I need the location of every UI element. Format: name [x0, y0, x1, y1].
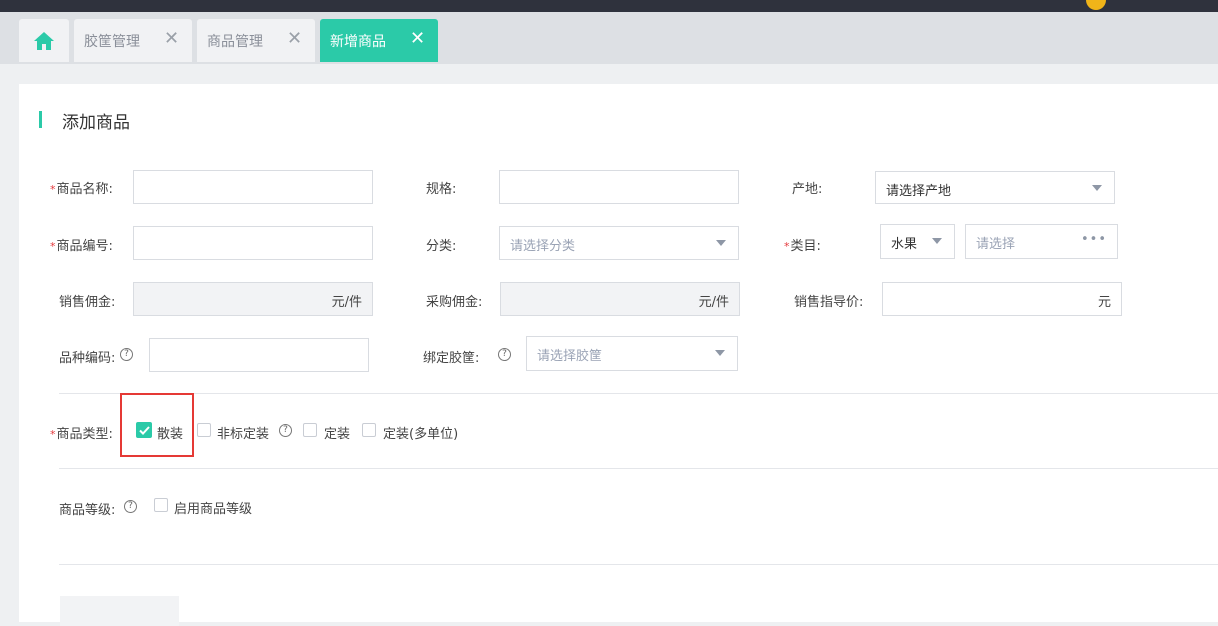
user-avatar[interactable]: [1086, 0, 1106, 10]
help-icon[interactable]: ?: [124, 500, 137, 513]
goods-code-label: *商品编号:: [50, 239, 113, 254]
tab-label: 胶筐管理: [84, 34, 140, 50]
variety-code-label: 品种编码:: [59, 351, 116, 366]
purchase-commission-unit: 元/件: [698, 295, 729, 310]
fixed-multi-unit-checkbox[interactable]: [362, 423, 376, 437]
chevron-down-icon: [715, 350, 725, 356]
tab-label: 新增商品: [330, 34, 386, 50]
guide-price-input[interactable]: 元: [882, 282, 1122, 316]
variety-code-input[interactable]: [149, 338, 369, 372]
category-label: 分类:: [426, 239, 457, 254]
fixed-option-label[interactable]: 定装: [324, 423, 350, 442]
required-mark: *: [50, 428, 56, 441]
close-icon[interactable]: ✕: [164, 28, 179, 49]
category-select[interactable]: 请选择分类: [499, 226, 739, 260]
item-class-select[interactable]: 水果: [880, 224, 955, 259]
goods-grade-label: 商品等级:: [59, 503, 116, 518]
section-accent-bar: [39, 111, 42, 128]
category-select-placeholder: 请选择分类: [510, 239, 576, 254]
spec-input[interactable]: [499, 170, 739, 204]
bind-basket-select[interactable]: 请选择胶筐: [526, 336, 738, 371]
spec-label: 规格:: [426, 182, 457, 197]
help-icon[interactable]: ?: [279, 424, 292, 437]
chevron-down-icon: [716, 240, 726, 246]
help-icon[interactable]: ?: [120, 348, 133, 361]
tab-bar: 胶筐管理 ✕ 商品管理 ✕ 新增商品 ✕: [0, 12, 1218, 64]
nonstandard-fixed-checkbox[interactable]: [197, 423, 211, 437]
origin-label: 产地:: [792, 182, 823, 197]
divider: [59, 564, 1218, 565]
sub-class-select[interactable]: 请选择 •••: [965, 224, 1118, 259]
required-mark: *: [50, 240, 56, 253]
required-mark: *: [50, 183, 56, 196]
tab-goods-management[interactable]: 商品管理 ✕: [197, 19, 315, 62]
bind-basket-label: 绑定胶筐:: [423, 351, 480, 366]
fixed-multi-unit-option-label[interactable]: 定装(多单位): [383, 423, 458, 442]
required-mark: *: [784, 240, 790, 253]
purchase-commission-label: 采购佣金:: [426, 295, 483, 310]
chevron-down-icon: [932, 238, 942, 244]
sales-commission-input: 元/件: [133, 282, 373, 316]
bind-basket-placeholder: 请选择胶筐: [537, 349, 603, 364]
fixed-checkbox[interactable]: [303, 423, 317, 437]
goods-code-input[interactable]: [133, 226, 373, 260]
chevron-down-icon: [1092, 185, 1102, 191]
nonstandard-fixed-option-label[interactable]: 非标定装: [217, 423, 269, 442]
item-class-label: *类目:: [784, 239, 821, 254]
goods-name-label: *商品名称:: [50, 182, 113, 197]
guide-price-unit: 元: [1097, 295, 1111, 310]
origin-select-placeholder: 请选择产地: [886, 184, 952, 199]
divider: [59, 468, 1218, 469]
close-icon[interactable]: ✕: [410, 28, 425, 49]
home-icon: [34, 32, 54, 50]
item-class-selected: 水果: [891, 237, 918, 252]
guide-price-label: 销售指导价:: [794, 295, 864, 310]
tab-add-goods[interactable]: 新增商品 ✕: [320, 19, 438, 62]
form-panel: 添加商品 *商品名称: 规格: 产地: 请选择产地 *商品编号: 分类: 请选择…: [19, 84, 1218, 626]
sub-class-placeholder: 请选择: [976, 237, 1016, 252]
goods-type-label: *商品类型:: [50, 427, 113, 442]
enable-grade-option-label[interactable]: 启用商品等级: [174, 498, 252, 517]
help-icon[interactable]: ?: [498, 348, 511, 361]
purchase-commission-input: 元/件: [500, 282, 740, 316]
close-icon[interactable]: ✕: [287, 28, 302, 49]
enable-grade-checkbox[interactable]: [154, 498, 168, 512]
top-header-bar: [0, 0, 1218, 12]
tab-label: 商品管理: [207, 34, 263, 50]
tab-home[interactable]: [19, 19, 69, 62]
origin-select[interactable]: 请选择产地: [875, 171, 1115, 204]
divider: [59, 393, 1218, 394]
sales-commission-label: 销售佣金:: [59, 295, 116, 310]
sales-commission-unit: 元/件: [331, 295, 362, 310]
highlight-box: [120, 393, 194, 457]
section-title: 添加商品: [62, 113, 130, 133]
tab-basket-management[interactable]: 胶筐管理 ✕: [74, 19, 192, 62]
more-icon: •••: [1080, 232, 1107, 247]
goods-name-input[interactable]: [133, 170, 373, 204]
